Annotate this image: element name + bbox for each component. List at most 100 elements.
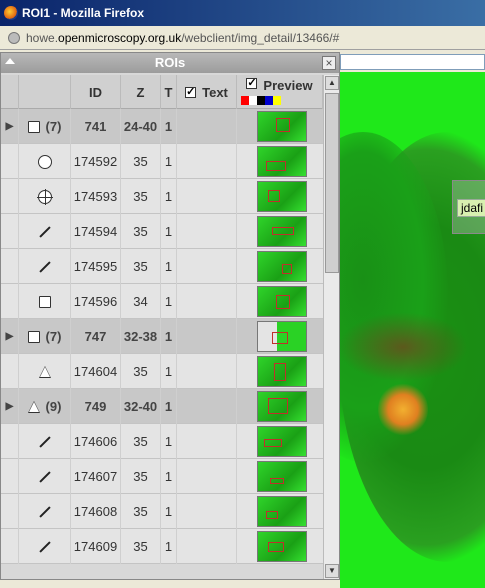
shape-cell — [19, 459, 71, 494]
rect-shape-icon — [27, 120, 40, 133]
table-row[interactable]: 174592 35 1 — [1, 144, 323, 179]
roi-z: 35 — [121, 529, 161, 564]
text-checkbox[interactable] — [185, 85, 197, 98]
expand-arrow-icon[interactable]: ▶ — [6, 121, 14, 132]
color-swatch[interactable] — [281, 96, 289, 105]
shape-count: (7) — [45, 119, 62, 134]
roi-id: 174604 — [71, 354, 121, 389]
color-swatch[interactable] — [265, 96, 273, 105]
roi-text[interactable] — [177, 109, 237, 144]
color-swatch[interactable] — [257, 96, 265, 105]
globe-icon — [8, 31, 20, 44]
roi-z: 35 — [121, 424, 161, 459]
shape-cell: (7) — [19, 109, 71, 144]
roi-outline — [272, 332, 288, 344]
table-row[interactable]: 174608 35 1 — [1, 494, 323, 529]
preview-checkbox[interactable] — [246, 76, 258, 89]
roi-id: 174596 — [71, 284, 121, 319]
header-expand-col — [1, 75, 19, 109]
table-row[interactable]: 174609 35 1 — [1, 529, 323, 564]
color-swatch[interactable] — [273, 96, 281, 105]
roi-id: 174609 — [71, 529, 121, 564]
roi-id: 174594 — [71, 214, 121, 249]
roi-group-row[interactable]: ▶ (9) 749 32-40 1 — [1, 389, 323, 424]
close-icon[interactable]: × — [322, 56, 336, 70]
roi-t: 1 — [161, 424, 177, 459]
roi-text[interactable] — [177, 354, 237, 389]
image-viewport[interactable]: jdafi — [338, 72, 485, 588]
roi-text[interactable] — [177, 179, 237, 214]
header-shape-col — [19, 75, 71, 109]
roi-text[interactable] — [177, 319, 237, 354]
color-swatch[interactable] — [249, 96, 257, 105]
scroll-down-icon[interactable]: ▼ — [325, 564, 339, 578]
url-domain: openmicroscopy.org.uk — [58, 30, 182, 45]
roi-t: 1 — [161, 389, 177, 424]
header-t[interactable]: T — [161, 75, 177, 109]
table-row[interactable]: 174607 35 1 — [1, 459, 323, 494]
vertical-scrollbar[interactable]: ▲ ▼ — [323, 75, 339, 579]
roi-outline — [264, 439, 282, 447]
table-row[interactable]: 174604 35 1 — [1, 354, 323, 389]
roi-z: 35 — [121, 494, 161, 529]
roi-preview-thumbnail — [257, 496, 307, 527]
header-id[interactable]: ID — [71, 75, 121, 109]
table-row[interactable]: 174595 35 1 — [1, 249, 323, 284]
url-bar[interactable]: howe. openmicroscopy.org.uk/webclient/img… — [0, 26, 485, 50]
roi-text[interactable] — [177, 529, 237, 564]
url-prefix: howe. — [26, 30, 59, 45]
roi-t: 1 — [161, 214, 177, 249]
roi-id: 174592 — [71, 144, 121, 179]
roi-text[interactable] — [177, 494, 237, 529]
color-swatches[interactable] — [241, 96, 289, 105]
roi-group-row[interactable]: ▶ (7) 741 24-40 1 — [1, 109, 323, 144]
expand-cell[interactable]: ▶ — [1, 319, 19, 354]
roi-text[interactable] — [177, 214, 237, 249]
header-z[interactable]: Z — [121, 75, 161, 109]
table-row[interactable]: 174606 35 1 — [1, 424, 323, 459]
color-swatch[interactable] — [241, 96, 249, 105]
roi-t: 1 — [161, 179, 177, 214]
expand-cell[interactable]: ▶ — [1, 109, 19, 144]
expand-cell — [1, 284, 19, 319]
roi-panel: ROIs × ID Z T Text Preview ▶(7)74124-401… — [0, 52, 340, 580]
roi-outline — [270, 478, 284, 484]
roi-t: 1 — [161, 319, 177, 354]
expand-arrow-icon[interactable]: ▶ — [6, 401, 14, 412]
roi-outline — [266, 161, 286, 171]
line-shape-icon — [38, 540, 51, 553]
table-row[interactable]: 174594 35 1 — [1, 214, 323, 249]
shape-cell — [19, 144, 71, 179]
line-shape-icon — [38, 260, 51, 273]
shape-cell — [19, 249, 71, 284]
roi-z: 24-40 — [121, 109, 161, 144]
scroll-up-icon[interactable]: ▲ — [325, 76, 339, 90]
roi-preview-thumbnail — [257, 111, 307, 142]
roi-text[interactable] — [177, 284, 237, 319]
roi-t: 1 — [161, 284, 177, 319]
roi-outline — [272, 227, 294, 235]
expand-cell[interactable]: ▶ — [1, 389, 19, 424]
roi-text[interactable] — [177, 249, 237, 284]
roi-text[interactable] — [177, 459, 237, 494]
expand-arrow-icon[interactable]: ▶ — [6, 331, 14, 342]
image-bright-spot — [378, 382, 428, 437]
roi-text[interactable] — [177, 389, 237, 424]
roi-outline — [274, 363, 286, 381]
line-shape-icon — [38, 435, 51, 448]
roi-group-row[interactable]: ▶ (7) 747 32-38 1 — [1, 319, 323, 354]
roi-outline — [276, 295, 290, 309]
roi-outline — [276, 118, 290, 132]
url-path: /webclient/img_detail/13466/# — [181, 30, 340, 45]
roi-text[interactable] — [177, 144, 237, 179]
collapse-icon[interactable] — [5, 58, 15, 64]
table-row[interactable]: 174596 34 1 — [1, 284, 323, 319]
roi-text[interactable] — [177, 424, 237, 459]
shape-cell — [19, 494, 71, 529]
shape-cell — [19, 179, 71, 214]
scroll-thumb[interactable] — [325, 93, 339, 273]
roi-label-overlay[interactable]: jdafi — [452, 180, 485, 234]
table-row[interactable]: 174593 35 1 — [1, 179, 323, 214]
roi-z: 35 — [121, 459, 161, 494]
toolbar-field[interactable] — [340, 54, 485, 70]
